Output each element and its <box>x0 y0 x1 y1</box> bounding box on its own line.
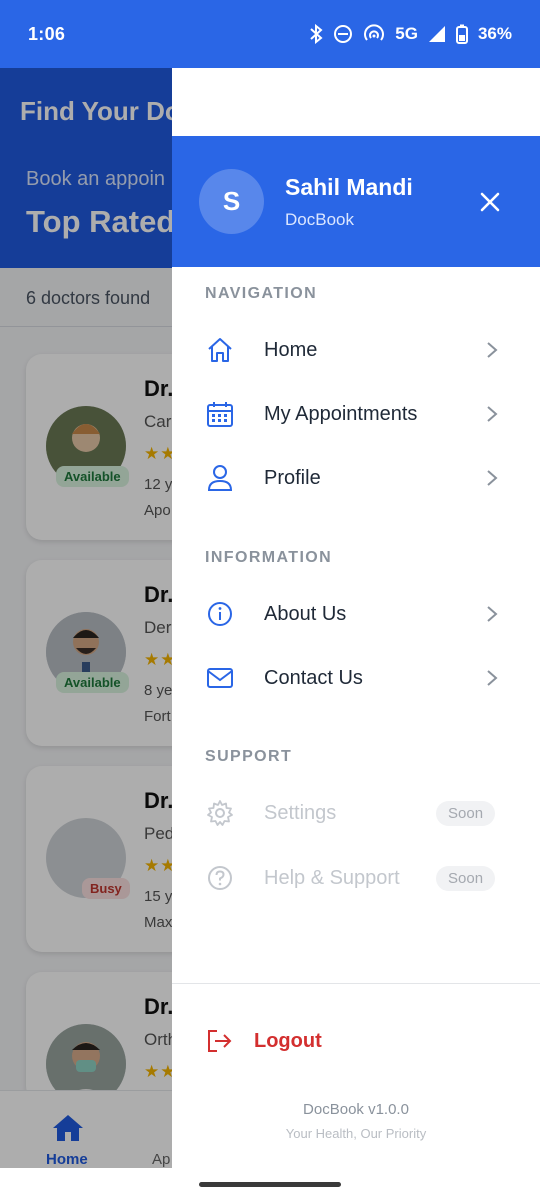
bluetooth-icon <box>309 24 323 44</box>
user-name: Sahil Mandi <box>285 174 413 200</box>
chevron-right-icon <box>486 668 502 688</box>
home-icon <box>205 335 235 365</box>
menu-label: About Us <box>264 602 347 625</box>
app-version: DocBook v1.0.0 <box>303 1101 409 1118</box>
navigation-drawer: S Sahil Mandi DocBook NAVIGATION Home My… <box>172 68 540 1168</box>
logout-icon <box>205 1028 233 1059</box>
menu-item-profile[interactable]: Profile <box>172 448 540 508</box>
info-icon <box>205 599 235 629</box>
menu-label: My Appointments <box>264 402 418 425</box>
menu-item-contact[interactable]: Contact Us <box>172 648 540 708</box>
battery-icon <box>455 24 468 44</box>
menu-label: Home <box>264 338 318 361</box>
gear-icon <box>205 798 235 828</box>
status-icons: 5G 36% <box>309 24 512 44</box>
menu-item-home[interactable]: Home <box>172 320 540 380</box>
close-icon[interactable] <box>474 186 506 218</box>
status-time: 1:06 <box>28 23 66 44</box>
network-label: 5G <box>395 24 418 43</box>
menu-item-settings: Settings Soon <box>172 783 540 843</box>
logout-button[interactable]: Logout <box>172 1012 540 1072</box>
section-navigation: NAVIGATION <box>205 285 318 302</box>
chevron-right-icon <box>486 404 502 424</box>
app-name: DocBook <box>285 210 354 229</box>
help-icon <box>205 863 235 893</box>
home-indicator[interactable] <box>199 1182 341 1187</box>
menu-item-about[interactable]: About Us <box>172 584 540 644</box>
section-information: INFORMATION <box>205 549 333 566</box>
section-support: SUPPORT <box>205 748 293 765</box>
gesture-bar <box>0 1168 540 1200</box>
battery-percent: 36% <box>477 24 512 43</box>
menu-label: Help & Support <box>264 866 400 889</box>
menu-label: Contact Us <box>264 666 363 689</box>
mail-icon <box>205 663 235 693</box>
do-not-disturb-icon <box>333 24 353 44</box>
menu-item-appointments[interactable]: My Appointments <box>172 384 540 444</box>
menu-label: Settings <box>264 801 337 824</box>
user-avatar: S <box>199 169 264 234</box>
chevron-right-icon <box>486 340 502 360</box>
signal-icon <box>428 25 446 43</box>
drawer-top-spacer <box>172 68 540 136</box>
menu-item-help: Help & Support Soon <box>172 848 540 908</box>
chevron-right-icon <box>486 468 502 488</box>
logout-label: Logout <box>254 1030 322 1052</box>
menu-label: Profile <box>264 466 321 489</box>
soon-badge: Soon <box>436 865 496 891</box>
hotspot-icon <box>363 24 385 44</box>
user-icon <box>205 463 235 493</box>
soon-badge: Soon <box>436 800 496 826</box>
drawer-divider <box>172 983 540 984</box>
calendar-icon <box>205 399 235 429</box>
status-bar: 1:06 5G 36% <box>0 0 540 68</box>
drawer-header: S Sahil Mandi DocBook <box>172 136 540 267</box>
chevron-right-icon <box>486 604 502 624</box>
app-tagline: Your Health, Our Priority <box>285 1126 427 1141</box>
